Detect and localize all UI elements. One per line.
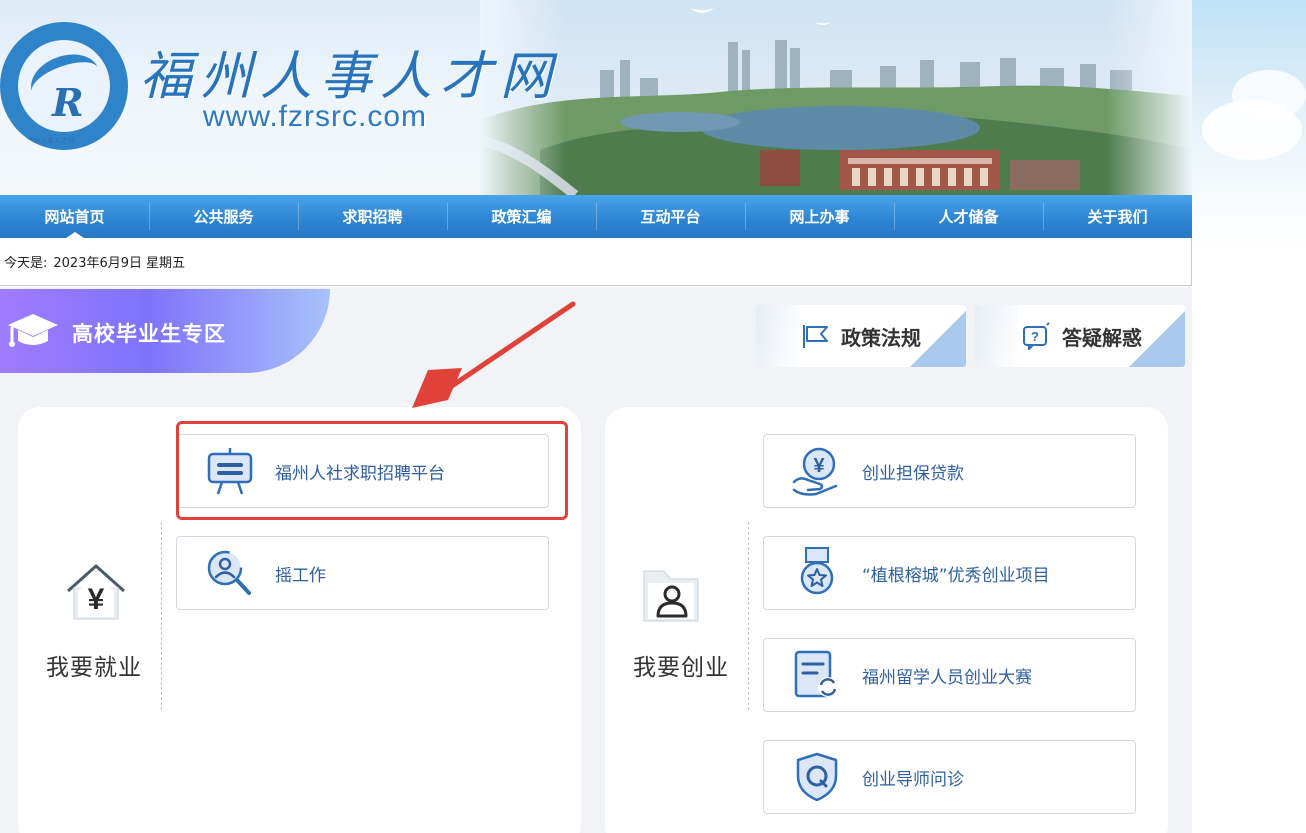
nav-item-label: 政策汇编 [491, 208, 552, 226]
tab-faq[interactable]: ? 答疑解惑 [975, 305, 1185, 367]
nav-item-label: 公共服务 [193, 208, 254, 226]
tab-faq-label: 答疑解惑 [1062, 325, 1142, 350]
nav-item-interaction[interactable]: 互动平台 [596, 195, 745, 238]
graduate-zone-title: 高校毕业生专区 [72, 322, 226, 346]
divider [748, 522, 749, 710]
annotation-arrow-icon [412, 301, 576, 408]
nav-item-label: 求职招聘 [342, 208, 403, 226]
graduate-zone-banner: 高校毕业生专区 [0, 289, 330, 373]
side-decoration [1192, 0, 1306, 833]
nav-item-label: 人才储备 [938, 208, 999, 226]
main-nav: 网站首页 公共服务 求职招聘 政策汇编 互动平台 网上办事 人才储备 关于我们 [0, 195, 1192, 238]
date-bar: 今天是: 2023年6月9日 星期五 [0, 238, 1192, 286]
nav-item-public-service[interactable]: 公共服务 [149, 195, 298, 238]
rooted-project-label: “植根榕城”优秀创业项目 [862, 565, 1050, 586]
date-prefix: 今天是: [4, 256, 48, 271]
nav-item-online-services[interactable]: 网上办事 [745, 195, 894, 238]
tab-policy-label: 政策法规 [841, 325, 921, 350]
startup-loan-button[interactable]: ¥ 创业担保贷款 [763, 434, 1136, 508]
overseas-contest-label: 福州留学人员创业大赛 [862, 667, 1032, 688]
mentor-consult-button[interactable]: 创业导师问诊 [763, 740, 1136, 814]
site-logo[interactable]: R 福州人事人才网 [0, 22, 128, 150]
medal-icon [800, 547, 834, 595]
graduation-cap-icon [8, 314, 58, 347]
startup-loan-label: 创业担保贷款 [862, 463, 964, 484]
nav-item-label: 网上办事 [789, 208, 850, 226]
nav-item-talent-reserve[interactable]: 人才储备 [894, 195, 1043, 238]
employment-label: 我要就业 [46, 655, 142, 681]
search-user-icon [207, 550, 251, 595]
page: R 福州人事人才网 福州人事人才网 www.fzrsrc.com 网站首页 公共… [0, 0, 1306, 833]
nav-item-jobs[interactable]: 求职招聘 [298, 195, 447, 238]
site-title: 福州人事人才网 [140, 47, 561, 107]
entrepreneurship-label: 我要创业 [633, 655, 729, 681]
nav-item-policies[interactable]: 政策汇编 [447, 195, 596, 238]
divider [161, 522, 162, 710]
tab-policy[interactable]: 政策法规 [756, 305, 966, 367]
flag-icon [803, 325, 828, 348]
rooted-project-button[interactable]: “植根榕城”优秀创业项目 [763, 536, 1136, 610]
shake-job-label: 摇工作 [275, 565, 326, 586]
overseas-contest-button[interactable]: 福州留学人员创业大赛 [763, 638, 1136, 712]
svg-text:¥: ¥ [88, 583, 105, 616]
folder-user-icon [643, 570, 699, 622]
site-header: R 福州人事人才网 福州人事人才网 www.fzrsrc.com [0, 0, 1192, 195]
shake-job-button[interactable]: 摇工作 [176, 536, 549, 610]
easel-icon [207, 448, 253, 495]
nav-item-label: 网站首页 [44, 208, 105, 226]
house-yuan-icon: ¥ [67, 564, 125, 620]
question-chat-icon: ? [1023, 322, 1050, 350]
city-banner-image [480, 0, 1192, 195]
mentor-consult-label: 创业导师问诊 [862, 769, 964, 790]
job-platform-button[interactable]: 福州人社求职招聘平台 [176, 434, 549, 508]
site-url: www.fzrsrc.com [203, 100, 427, 133]
graduate-zone: 高校毕业生专区 政策法规 ? 答疑解惑 ¥ 我要就业 福州人社求职招聘平台 摇工… [0, 287, 1192, 833]
nav-item-about[interactable]: 关于我们 [1043, 195, 1192, 238]
svg-text:¥: ¥ [813, 455, 825, 477]
weekday-value: 星期五 [146, 256, 186, 271]
document-refresh-icon [794, 650, 838, 698]
nav-item-label: 互动平台 [640, 208, 701, 226]
date-value: 2023年6月9日 [53, 256, 143, 271]
shield-q-icon [796, 752, 838, 802]
svg-text:?: ? [1031, 329, 1039, 344]
nav-item-home[interactable]: 网站首页 [0, 195, 149, 238]
yuan-hand-icon: ¥ [792, 447, 838, 496]
job-platform-label: 福州人社求职招聘平台 [275, 463, 445, 484]
logo-small-text: 福州人事人才网 [26, 137, 75, 145]
nav-item-label: 关于我们 [1087, 208, 1148, 226]
